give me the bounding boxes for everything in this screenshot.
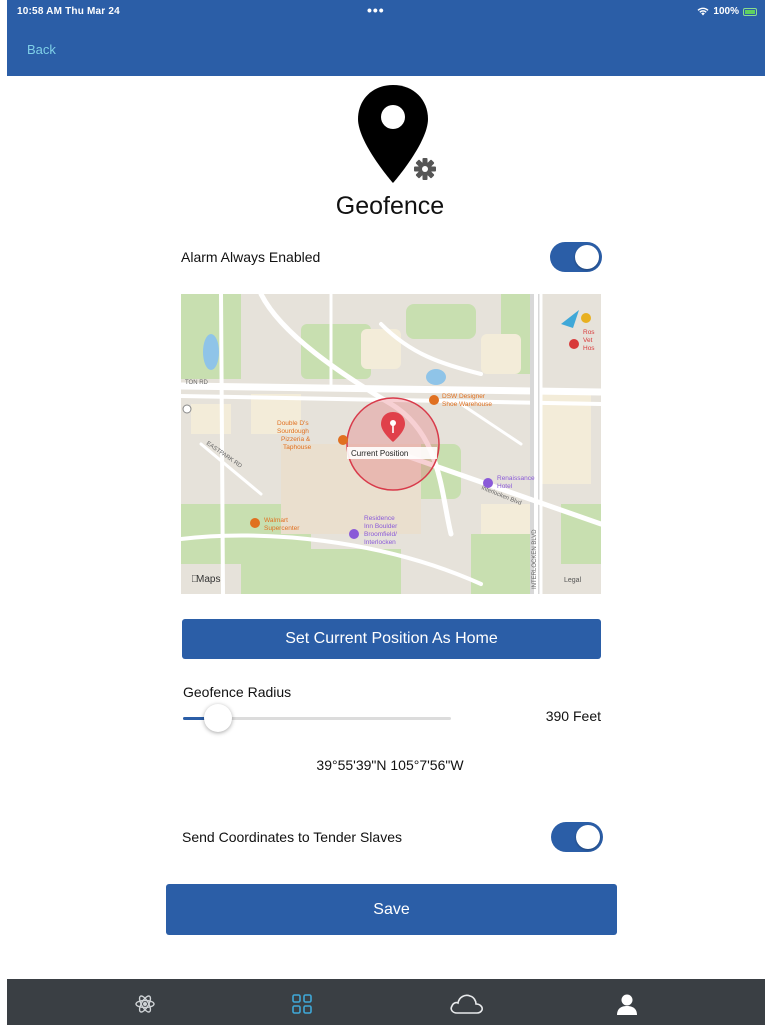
shop-poi-icon bbox=[429, 395, 439, 405]
wifi-icon bbox=[697, 7, 709, 16]
poi-label: Broomfield/ bbox=[364, 531, 397, 538]
person-icon bbox=[617, 994, 637, 1015]
poi-label: Residence bbox=[364, 515, 395, 522]
alarm-toggle[interactable] bbox=[550, 242, 602, 272]
status-time: 10:58 AM Thu Mar 24 bbox=[17, 6, 120, 17]
radius-label: Geofence Radius bbox=[183, 684, 292, 700]
poi-label: Ros bbox=[583, 329, 595, 336]
poi-label: Renaissance bbox=[497, 475, 535, 482]
geofence-circle bbox=[346, 397, 440, 491]
legal-link: Legal bbox=[564, 577, 582, 584]
hotel-poi-icon bbox=[349, 529, 359, 539]
save-button[interactable]: Save bbox=[166, 884, 617, 935]
alarm-label: Alarm Always Enabled bbox=[181, 249, 321, 265]
poi-label: Vet bbox=[583, 337, 593, 344]
poi-label: Interlocken bbox=[364, 539, 396, 546]
poi-label: Double D's bbox=[277, 420, 309, 427]
map-pin-gear-icon bbox=[358, 85, 436, 183]
back-button[interactable]: Back bbox=[27, 42, 56, 57]
slider-thumb[interactable] bbox=[203, 704, 232, 732]
street-label: INTERLOCKEN BLVD bbox=[532, 529, 538, 589]
send-coordinates-label: Send Coordinates to Tender Slaves bbox=[182, 829, 402, 845]
poi-label: Supercenter bbox=[264, 525, 300, 532]
cloud-icon bbox=[450, 994, 483, 1014]
poi-label: Pizzeria & bbox=[281, 436, 311, 443]
tab-profile[interactable] bbox=[607, 987, 647, 1021]
battery-icon bbox=[743, 7, 757, 16]
coordinates-readout: 39°55'39"N 105°7'56"W bbox=[316, 757, 464, 773]
poi-label: Hos bbox=[583, 345, 595, 352]
tab-bar bbox=[7, 979, 765, 1025]
radius-value: 390 Feet bbox=[545, 708, 601, 724]
poi-label: DSW Designer bbox=[442, 393, 486, 400]
poi-label: Inn Boulder bbox=[364, 523, 398, 530]
poi-label: Shoe Warehouse bbox=[442, 401, 492, 408]
battery-percent: 100% bbox=[713, 6, 739, 17]
pin-label: Current Position bbox=[351, 449, 408, 458]
nav-header: 10:58 AM Thu Mar 24 ••• 100% Back bbox=[7, 0, 765, 76]
map-view[interactable]: TON RD INTERLOCKEN BLVD Interlocken Blvd… bbox=[181, 294, 601, 594]
shop-poi-icon bbox=[250, 518, 260, 528]
vet-poi-icon bbox=[569, 339, 579, 349]
status-indicators: 100% bbox=[697, 6, 757, 17]
poi-label: Hotel bbox=[497, 483, 513, 490]
tab-dashboard[interactable] bbox=[125, 987, 165, 1021]
status-dots: ••• bbox=[367, 2, 385, 18]
poi-label: Taphouse bbox=[283, 444, 312, 451]
grid-icon bbox=[292, 994, 312, 1014]
page-title: Geofence bbox=[335, 192, 445, 220]
hotel-poi-icon bbox=[483, 478, 493, 488]
send-coordinates-toggle[interactable] bbox=[551, 822, 603, 852]
maps-attribution: Maps bbox=[196, 574, 220, 585]
food-poi-icon bbox=[338, 435, 348, 445]
tab-cloud[interactable] bbox=[447, 987, 487, 1021]
poi-label: Sourdough bbox=[277, 428, 309, 435]
poi-label: Walmart bbox=[264, 517, 288, 524]
set-home-button[interactable]: Set Current Position As Home bbox=[182, 619, 601, 659]
toggle-knob bbox=[575, 245, 599, 269]
atom-icon bbox=[135, 995, 155, 1013]
toggle-knob bbox=[576, 825, 600, 849]
street-label: TON RD bbox=[185, 380, 209, 386]
tab-devices[interactable] bbox=[282, 987, 322, 1021]
